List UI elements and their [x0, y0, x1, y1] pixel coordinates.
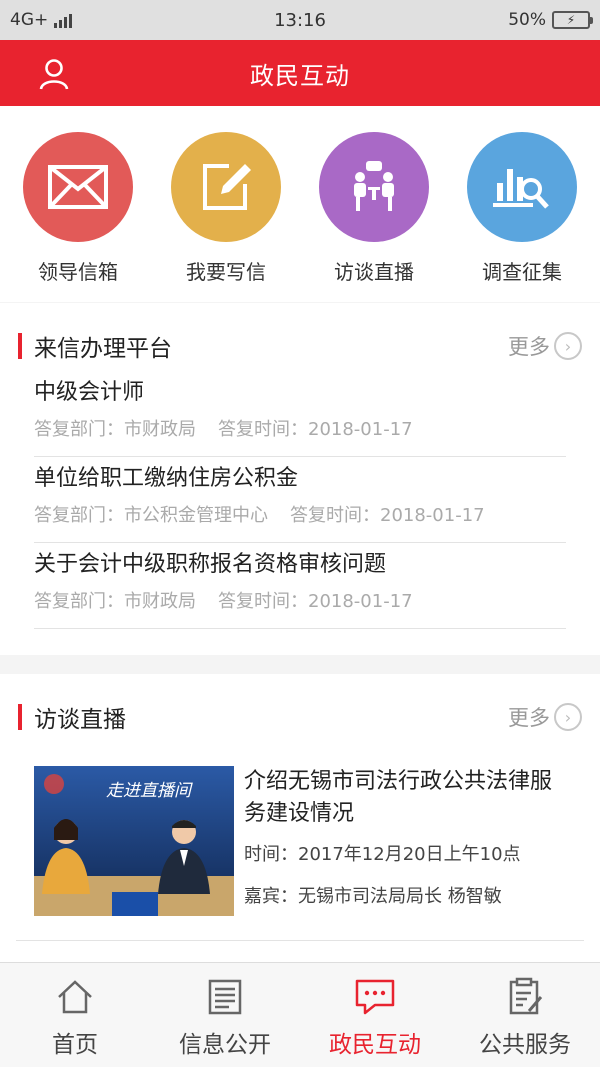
- time-label: 答复时间：: [218, 419, 308, 440]
- time-value: 2018-01-17: [308, 419, 413, 440]
- dept-label: 答复部门：: [34, 505, 124, 526]
- battery-percent: 50%: [508, 10, 546, 30]
- status-bar: 4G+ 13:16 50% ⚡: [0, 0, 600, 40]
- letter-title: 单位给职工缴纳住房公积金: [34, 466, 299, 491]
- interview-section: 访谈直播 更多 › 走进直播间 介绍无锡市司法行政公共法律服务建设情况 时间：2…: [0, 674, 600, 962]
- dept-label: 答复部门：: [34, 419, 124, 440]
- chevron-right-icon: ›: [554, 332, 582, 360]
- leader-mailbox-button[interactable]: 领导信箱: [22, 132, 134, 302]
- section-title: 访谈直播: [34, 707, 126, 733]
- edit-icon: [171, 132, 281, 242]
- interview-live-button[interactable]: 访谈直播: [318, 132, 430, 302]
- interview-time: 时间：2017年12月20日上午10点: [244, 844, 521, 865]
- thumbnail-caption: 走进直播间: [106, 781, 191, 801]
- tab-label: 首页: [52, 1032, 98, 1058]
- interview-guest: 嘉宾：无锡市司法局局长 杨智敏: [244, 886, 502, 907]
- letter-title: 关于会计中级职称报名资格审核问题: [34, 552, 387, 577]
- letter-title: 中级会计师: [34, 380, 145, 405]
- dept-label: 答复部门：: [34, 591, 124, 612]
- survey-button[interactable]: 调查征集: [466, 132, 578, 302]
- interview-thumbnail: 走进直播间: [34, 766, 234, 916]
- tab-home[interactable]: 首页: [0, 963, 150, 1067]
- mail-icon: [23, 132, 133, 242]
- tab-label: 政民互动: [329, 1032, 421, 1058]
- interview-title: 介绍无锡市司法行政公共法律服务建设情况: [244, 769, 553, 826]
- divider: [16, 940, 584, 941]
- more-interviews-link[interactable]: 更多 ›: [508, 702, 582, 732]
- more-letters-link[interactable]: 更多 ›: [508, 331, 582, 361]
- dept-value: 市财政局: [124, 591, 196, 612]
- section-header: 访谈直播 更多 ›: [0, 674, 600, 760]
- letter-item[interactable]: 中级会计师 答复部门：市财政局 答复时间：2018-01-17: [34, 371, 566, 457]
- survey-icon: [467, 132, 577, 242]
- letter-item[interactable]: 单位给职工缴纳住房公积金 答复部门：市公积金管理中心 答复时间：2018-01-1…: [34, 457, 566, 543]
- quick-action-label: 我要写信: [186, 260, 266, 284]
- home-icon: [58, 980, 92, 1014]
- interview-item[interactable]: 走进直播间 介绍无锡市司法行政公共法律服务建设情况 时间：2017年12月20日…: [0, 760, 600, 916]
- interview-icon: [319, 132, 429, 242]
- letter-item[interactable]: 关于会计中级职称报名资格审核问题 答复部门：市财政局 答复时间：2018-01-1…: [34, 543, 566, 629]
- app-header: 政民互动: [0, 40, 600, 106]
- quick-action-label: 访谈直播: [334, 260, 414, 284]
- section-marker: [18, 333, 22, 359]
- time-value: 2018-01-17: [308, 591, 413, 612]
- section-marker: [18, 704, 22, 730]
- time-label: 答复时间：: [290, 505, 380, 526]
- tab-label: 信息公开: [179, 1032, 271, 1058]
- section-title: 来信办理平台: [34, 336, 172, 362]
- network-type: 4G+: [10, 10, 49, 30]
- dept-value: 市财政局: [124, 419, 196, 440]
- quick-actions: 领导信箱 我要写信 访谈直播 调查征集: [0, 106, 600, 302]
- page-title: 政民互动: [250, 61, 350, 90]
- chevron-right-icon: ›: [554, 703, 582, 731]
- letters-section: 来信办理平台 更多 › 中级会计师 答复部门：市财政局 答复时间：2018-01-1…: [0, 303, 600, 655]
- time-value: 2018-01-17: [380, 505, 485, 526]
- more-label: 更多: [508, 706, 550, 730]
- more-label: 更多: [508, 335, 550, 359]
- tab-interaction[interactable]: 政民互动: [300, 963, 450, 1067]
- tab-label: 公共服务: [479, 1032, 571, 1058]
- user-icon[interactable]: [36, 56, 72, 92]
- dept-value: 市公积金管理中心: [124, 505, 268, 526]
- quick-action-label: 调查征集: [482, 260, 562, 284]
- chat-icon: [355, 979, 395, 1015]
- tab-public-service[interactable]: 公共服务: [450, 963, 600, 1067]
- write-letter-button[interactable]: 我要写信: [170, 132, 282, 302]
- battery-icon: ⚡: [552, 11, 593, 29]
- clipboard-icon: [509, 977, 543, 1015]
- document-icon: [208, 979, 242, 1015]
- tab-info-disclosure[interactable]: 信息公开: [150, 963, 300, 1067]
- quick-action-label: 领导信箱: [38, 260, 118, 284]
- time-label: 答复时间：: [218, 591, 308, 612]
- signal-icon: [54, 12, 73, 28]
- bottom-tab-bar: 首页 信息公开 政民互动 公共服务: [0, 962, 600, 1067]
